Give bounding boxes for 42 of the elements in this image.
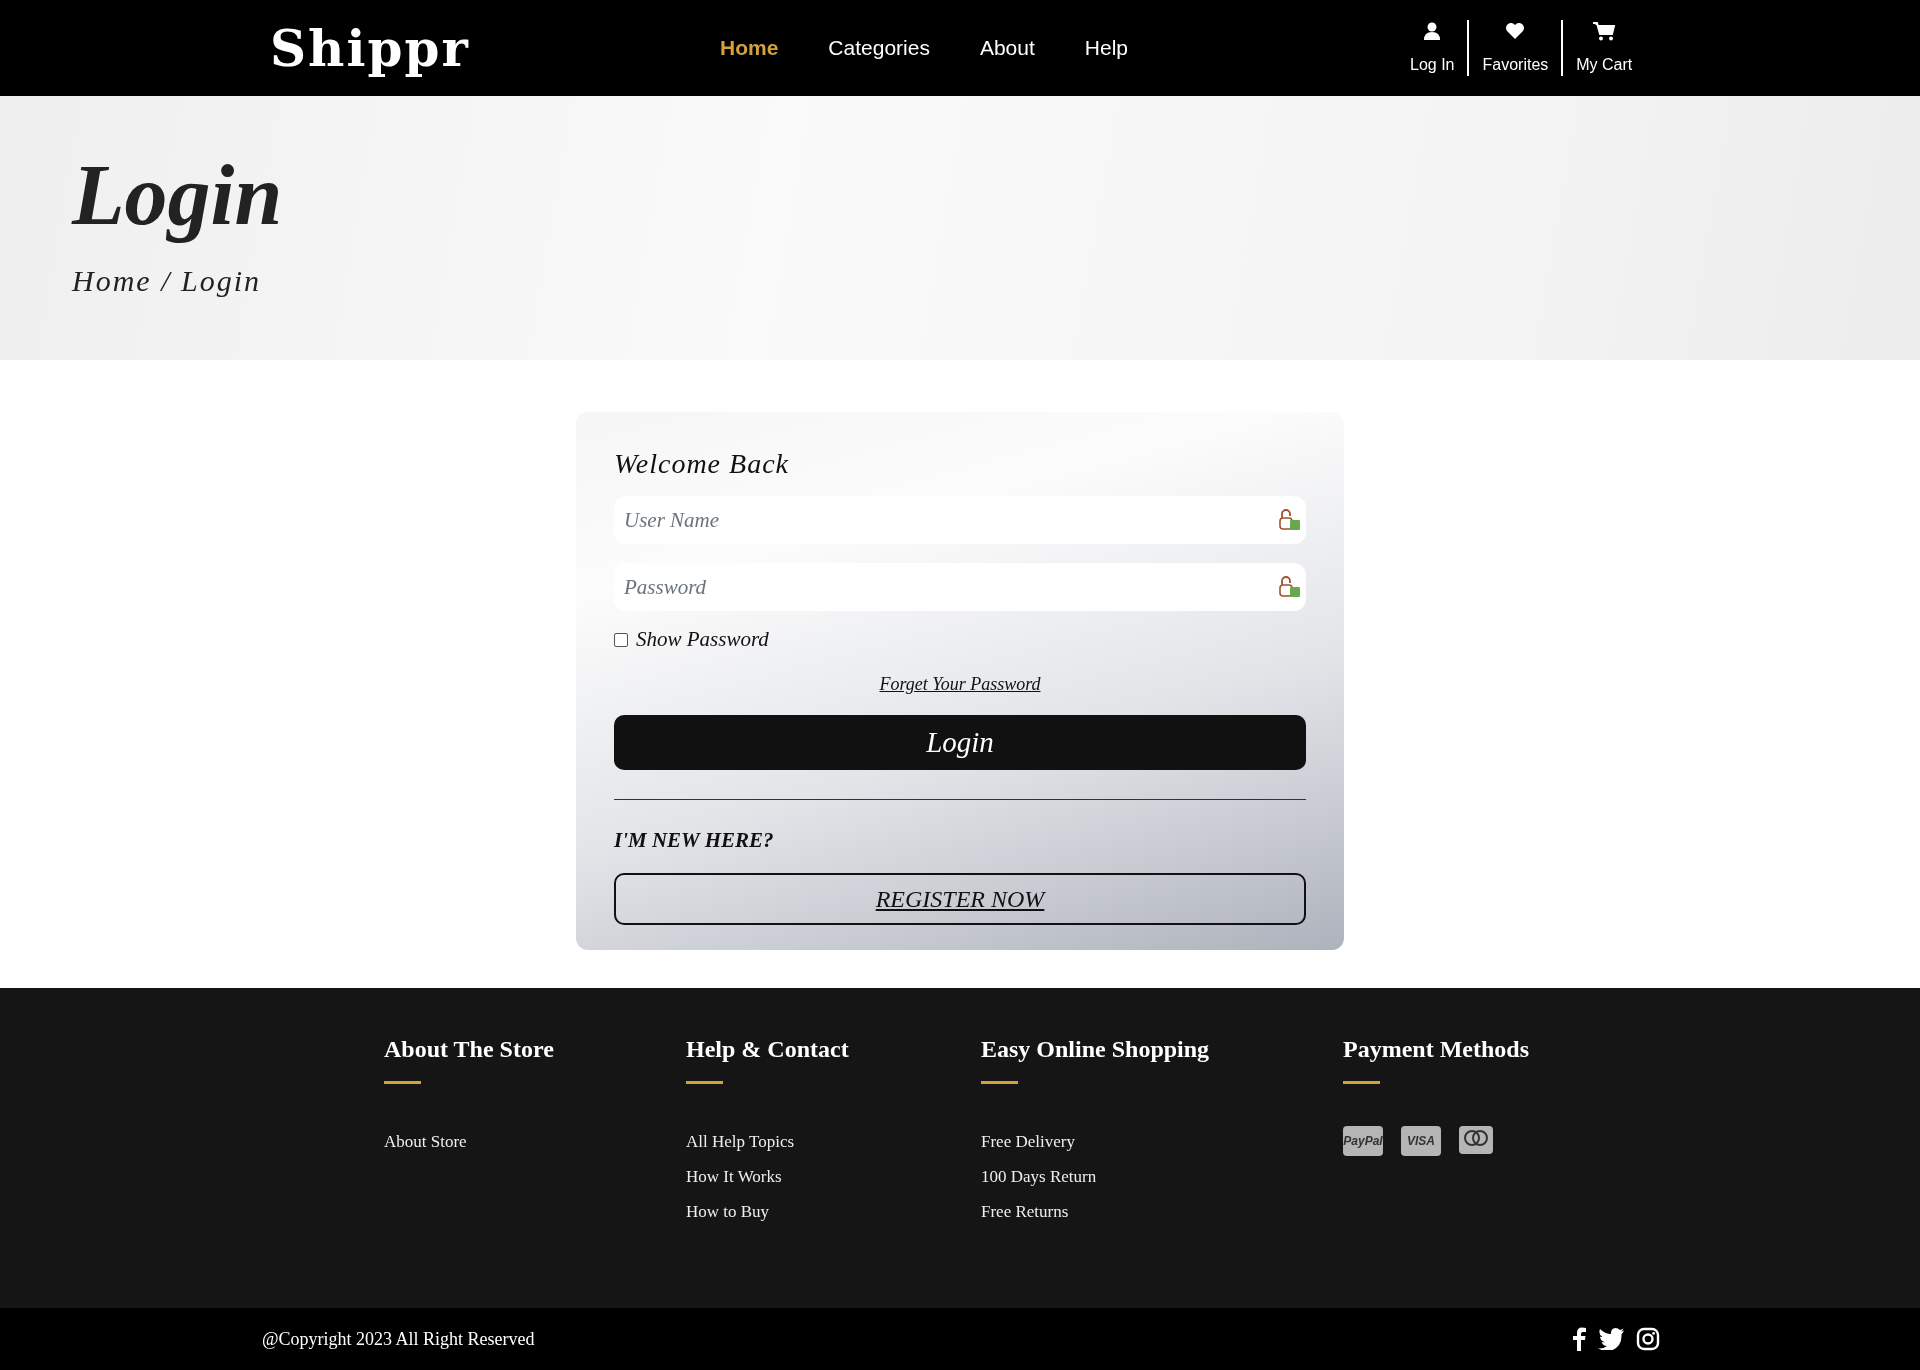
lock-icon	[1278, 575, 1302, 599]
input-field[interactable]: Password	[614, 563, 1306, 611]
user-icon	[1424, 22, 1441, 40]
heart-icon	[1505, 22, 1526, 40]
nav-link[interactable]: About	[979, 36, 1035, 60]
footer-link[interactable]: Free Delivery	[981, 1132, 1343, 1152]
footer-link[interactable]: All Help Topics	[686, 1132, 981, 1152]
nav-link[interactable]: Categories	[828, 36, 930, 60]
forgot-password-link[interactable]: Forget Your Password	[879, 674, 1041, 694]
footer-heading: Easy Online Shopping	[981, 1036, 1211, 1063]
breadcrumb: Home / Login	[72, 263, 262, 298]
section-heading: I'M NEW HERE?	[614, 828, 775, 853]
payment-card: VISA	[1401, 1126, 1441, 1156]
cart-icon	[1593, 22, 1616, 41]
copyright-text: @Copyright 2023 All Right Reserved	[262, 1328, 535, 1350]
checkbox-label: Show Password	[636, 627, 769, 652]
register-button[interactable]: REGISTER NOW	[614, 873, 1306, 925]
input-field[interactable]: User Name	[614, 496, 1306, 544]
lock-icon	[1278, 508, 1302, 532]
site-logo[interactable]: Shippr	[270, 18, 720, 78]
login-button[interactable]: Login	[614, 715, 1306, 770]
footer-heading: About The Store	[384, 1036, 555, 1063]
header-action[interactable]: Log In	[1410, 20, 1455, 76]
footer-heading: Help & Contact	[686, 1036, 850, 1063]
facebook-icon[interactable]	[1572, 1327, 1586, 1351]
payment-card: PayPal	[1343, 1126, 1383, 1156]
form-title: Welcome Back	[614, 448, 790, 480]
footer-link[interactable]: How It Works	[686, 1167, 981, 1187]
bird-icon[interactable]	[1598, 1328, 1624, 1350]
header-action[interactable]: Favorites	[1482, 20, 1549, 76]
footer-link[interactable]: 100 Days Return	[981, 1167, 1343, 1187]
footer-link[interactable]: Free Returns	[981, 1202, 1343, 1222]
instagram-icon[interactable]	[1636, 1327, 1660, 1351]
card-circles-icon	[1459, 1126, 1493, 1154]
footer-link[interactable]: How to Buy	[686, 1202, 981, 1222]
header-action[interactable]: My Cart	[1576, 20, 1633, 76]
nav-link[interactable]: Home	[720, 36, 779, 60]
page-title: Login	[72, 146, 284, 245]
checkbox[interactable]	[614, 632, 628, 647]
nav-link[interactable]: Help	[1084, 36, 1128, 60]
footer-link[interactable]: About Store	[384, 1132, 686, 1152]
footer-heading: Payment Methods	[1343, 1036, 1529, 1063]
